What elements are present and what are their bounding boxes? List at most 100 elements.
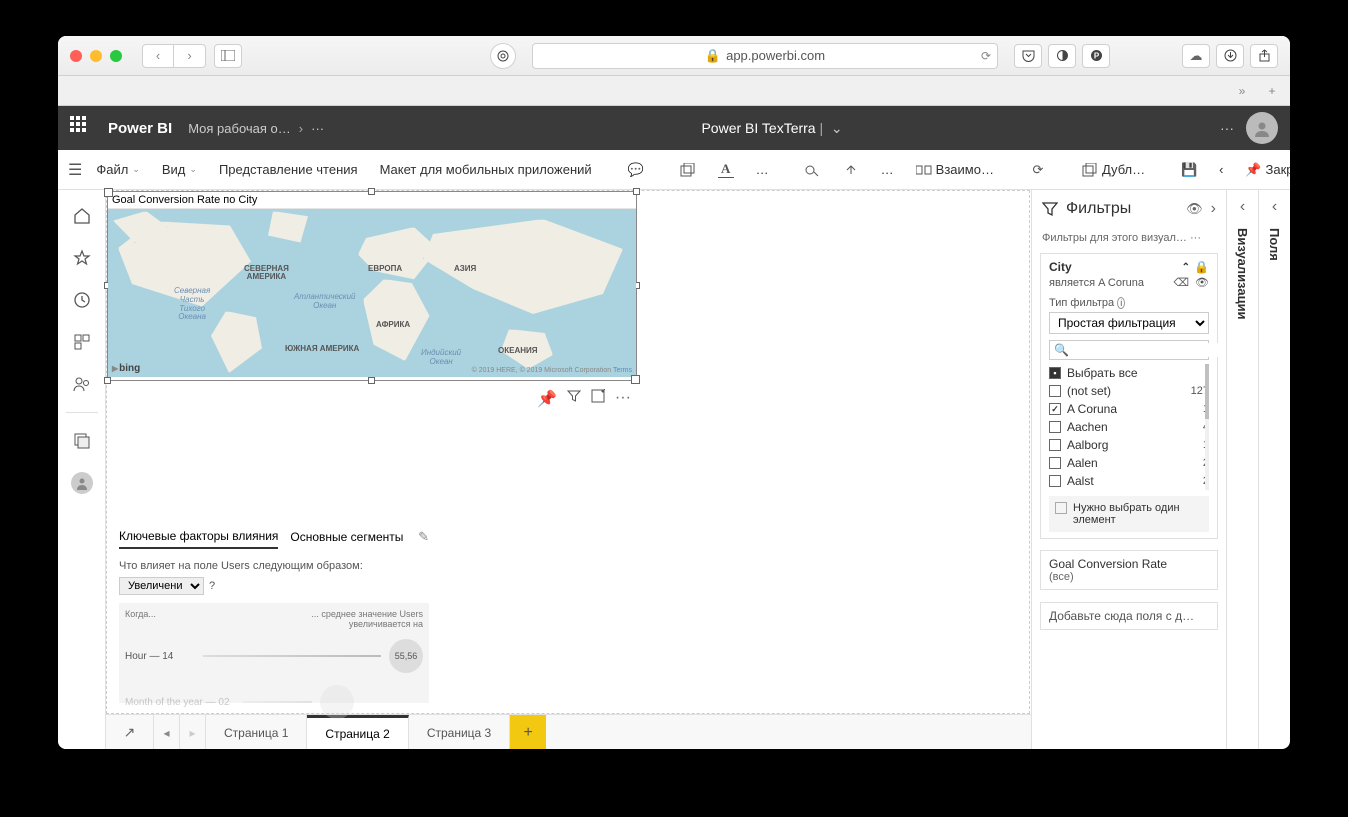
filter-search[interactable]: 🔍 [1049,340,1209,360]
nav-shared[interactable] [62,366,102,402]
reading-view-button[interactable]: Представление чтения [211,158,366,181]
pages-prev[interactable]: ◂ [154,715,180,749]
drill-button[interactable] [797,158,829,182]
file-menu[interactable]: Файл⌄ [88,158,148,181]
checkbox-icon: ▪ [1049,367,1061,379]
reload-icon[interactable]: ⟳ [981,49,991,63]
nav-workspaces[interactable] [62,423,102,459]
filter-item[interactable]: (not set)127 [1049,382,1209,400]
ki-row[interactable]: Hour — 14 55,56 [125,639,423,673]
map-visual[interactable]: Goal Conversion Rate по City СЕВЕРНАЯ АМ… [107,191,637,381]
pocket-icon[interactable] [1014,44,1042,68]
filter-item[interactable]: Aalborg1 [1049,436,1209,454]
powerbi-header: Power BI Моя рабочая о… › ··· Power BI T… [58,106,1290,150]
pin-button[interactable]: 📌Закрепит… [1237,158,1290,182]
page-tab-3[interactable]: Страница 3 [409,715,510,749]
key-influencers-visual[interactable]: Ключевые факторы влияния Основные сегмен… [119,525,429,705]
filter-scrollbar[interactable] [1205,364,1209,490]
comment-button[interactable]: 💬 [620,158,652,182]
add-page-button[interactable]: + [510,715,546,749]
breadcrumb-more[interactable]: ··· [311,121,324,136]
ribbon-more-3[interactable]: ‹ [1211,158,1231,181]
filter-eye-icon[interactable]: 👁 [1195,276,1209,289]
filter-lock-icon[interactable]: 🔒 [1194,260,1209,274]
fields-pane-collapsed[interactable]: ‹ Поля [1258,190,1290,749]
ki-mode-icon[interactable]: ✎ [418,529,429,545]
filter-visual-icon[interactable] [567,389,581,409]
extension-gear[interactable] [490,43,516,69]
duplicate-button[interactable]: Дубл… [1074,158,1153,182]
document-title: Power BI TexTerra | ⌄ [324,120,1220,137]
world-map: СЕВЕРНАЯ АМЕРИКА ЮЖНАЯ АМЕРИКА ЕВРОПА АФ… [108,209,636,377]
filter-item[interactable]: ▪Выбрать все [1049,364,1209,382]
browser-titlebar: ‹ › 🔒app.powerbi.com ⟳ P ☁ [58,36,1290,76]
filter-card-gcr[interactable]: Goal Conversion Rate (все) [1040,550,1218,590]
sidebar-toggle[interactable] [214,44,242,68]
svg-text:P: P [1093,52,1099,61]
filter-item[interactable]: Aalen2 [1049,454,1209,472]
ribbon-more-2[interactable]: … [873,158,902,181]
page-tab-2[interactable]: Страница 2 [307,715,408,749]
copy-visual-button[interactable] [672,158,704,182]
tool-icon[interactable] [1048,44,1076,68]
minimize-window[interactable] [90,50,102,62]
new-tab[interactable]: + [1260,81,1284,101]
visual-more-icon[interactable]: ··· [615,389,631,409]
nav-recent[interactable] [62,282,102,318]
popout-icon[interactable]: ↗ [106,715,154,749]
refresh-button[interactable]: ⟳ [1022,158,1054,182]
avatar[interactable] [1246,112,1278,144]
doc-chevron-down-icon[interactable]: ⌄ [831,120,843,136]
tabs-overflow[interactable]: » [1230,81,1254,101]
interactions-button[interactable]: Взаимо… [908,158,1002,182]
close-window[interactable] [70,50,82,62]
nav-apps[interactable] [62,324,102,360]
download-icon[interactable] [1216,44,1244,68]
pin-visual-icon[interactable]: 📌 [537,389,557,409]
focus-visual-icon[interactable] [591,389,605,409]
ki-body: Когда...... среднее значение Users увели… [119,603,429,703]
textbox-button[interactable]: A [710,158,742,182]
view-menu[interactable]: Вид⌄ [154,158,205,181]
nav-home[interactable] [62,198,102,234]
visualizations-pane-collapsed[interactable]: ‹ Визуализации [1226,190,1258,749]
brand[interactable]: Power BI [108,120,172,137]
ki-direction-select[interactable]: Увеличение [119,577,204,595]
save-button[interactable]: 💾 [1173,158,1205,182]
workspace-link[interactable]: Моя рабочая о… [188,121,291,136]
left-nav [58,190,106,749]
pinterest-icon[interactable]: P [1082,44,1110,68]
mobile-layout-button[interactable]: Макет для мобильных приложений [372,158,600,181]
filters-subtitle: Фильтры для этого визуал… ··· [1032,228,1226,248]
tab-key-influencers[interactable]: Ключевые факторы влияния [119,525,278,549]
visual-header-tools: 📌 ··· [537,389,631,409]
hamburger-icon[interactable]: ☰ [68,160,82,180]
filter-item[interactable]: Aachen4 [1049,418,1209,436]
filter-clear-icon[interactable]: ⌫ [1173,276,1189,289]
tab-top-segments[interactable]: Основные сегменты [290,526,403,548]
app-launcher-icon[interactable] [70,116,94,140]
forward-button[interactable]: › [174,44,206,68]
filter-item[interactable]: A Coruna1 [1049,400,1209,418]
page-tab-1[interactable]: Страница 1 [206,715,307,749]
filter-item[interactable]: Aalst2 [1049,472,1209,490]
nav-my-workspace[interactable] [62,465,102,501]
share-icon[interactable] [1250,44,1278,68]
nav-favorites[interactable] [62,240,102,276]
filter-collapse-icon[interactable]: ⌃ [1182,262,1190,273]
filter-search-input[interactable] [1073,343,1228,357]
ribbon-more-1[interactable]: … [748,158,777,181]
pages-next[interactable]: ▸ [180,715,206,749]
filter-type-select[interactable]: Простая фильтрация [1049,312,1209,334]
header-more-icon[interactable]: ··· [1220,120,1234,136]
filters-visibility-icon[interactable]: 👁 [1186,201,1203,217]
filters-collapse-icon[interactable]: › [1211,200,1216,218]
back-button[interactable]: ‹ [142,44,174,68]
cloud-icon[interactable]: ☁ [1182,44,1210,68]
maximize-window[interactable] [110,50,122,62]
url-bar[interactable]: 🔒app.powerbi.com ⟳ [532,43,998,69]
filter-dropzone[interactable]: Добавьте сюда поля с д… [1040,602,1218,630]
search-icon: 🔍 [1054,343,1069,357]
report-canvas[interactable]: Goal Conversion Rate по City СЕВЕРНАЯ АМ… [106,190,1030,714]
drill-up-button[interactable] [835,158,867,182]
